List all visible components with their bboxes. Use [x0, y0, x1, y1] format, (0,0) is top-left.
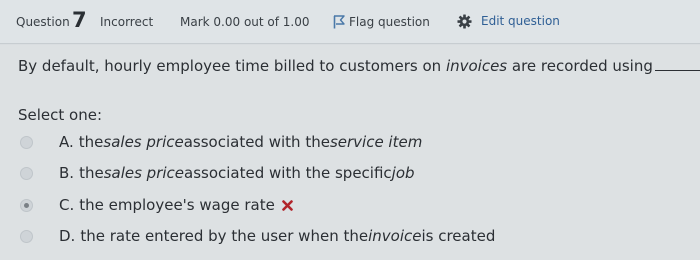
- option-text: associated with the: [183, 133, 330, 151]
- question-prompt: By default, hourly employee time billed …: [18, 57, 700, 75]
- option-text-emphasis: job: [391, 164, 415, 182]
- option-text: the: [79, 164, 104, 182]
- option-letter: D.: [59, 227, 76, 245]
- quiz-question-page: Question 7 Incorrect Mark 0.00 out of 1.…: [0, 0, 700, 260]
- question-text-emphasis: invoices: [445, 57, 508, 75]
- question-label: Question: [16, 15, 70, 29]
- option-text: the rate entered by the user when the: [80, 227, 369, 245]
- question-info-bar: Question 7 Incorrect Mark 0.00 out of 1.…: [0, 0, 700, 44]
- option-letter: C.: [59, 196, 75, 214]
- option-text: is created: [421, 227, 496, 245]
- question-state: Incorrect: [100, 15, 154, 29]
- option-text-emphasis: sales price: [103, 164, 185, 182]
- radio-button[interactable]: [20, 135, 33, 149]
- answer-option-b[interactable]: B. the sales price associated with the s…: [20, 161, 415, 185]
- answer-option-a[interactable]: A. the sales price associated with the s…: [20, 130, 422, 154]
- radio-button[interactable]: [20, 229, 33, 243]
- question-number: 7: [72, 8, 87, 32]
- option-text-emphasis: sales price: [103, 133, 184, 151]
- question-content: By default, hourly employee time billed …: [0, 45, 700, 260]
- edit-question-label: Edit question: [481, 14, 560, 28]
- option-letter: A.: [59, 133, 74, 151]
- question-text-part: By default, hourly employee time billed …: [18, 57, 446, 75]
- answer-option-d[interactable]: D. the rate entered by the user when the…: [20, 224, 495, 248]
- question-text-part: are recorded using: [507, 57, 653, 75]
- option-text: associated with the specific: [184, 164, 392, 182]
- answer-option-c[interactable]: C. the employee's wage rate: [20, 193, 293, 217]
- gear-icon: [457, 13, 472, 29]
- option-text: the employee's wage rate: [79, 196, 275, 214]
- option-text: the: [78, 133, 104, 151]
- answer-blank: [654, 59, 700, 71]
- radio-button-selected[interactable]: [20, 198, 33, 212]
- select-one-label: Select one:: [18, 106, 103, 124]
- edit-question-button[interactable]: Edit question: [457, 12, 560, 30]
- flag-question-label: Flag question: [349, 15, 430, 29]
- flag-icon: [333, 15, 345, 29]
- option-text-emphasis: invoice: [368, 227, 422, 245]
- option-text-emphasis: service item: [329, 133, 423, 151]
- radio-button[interactable]: [20, 166, 33, 180]
- cross-icon: [282, 199, 293, 211]
- option-letter: B.: [59, 164, 75, 182]
- question-grade: Mark 0.00 out of 1.00: [180, 15, 310, 29]
- flag-question-button[interactable]: Flag question: [333, 13, 430, 31]
